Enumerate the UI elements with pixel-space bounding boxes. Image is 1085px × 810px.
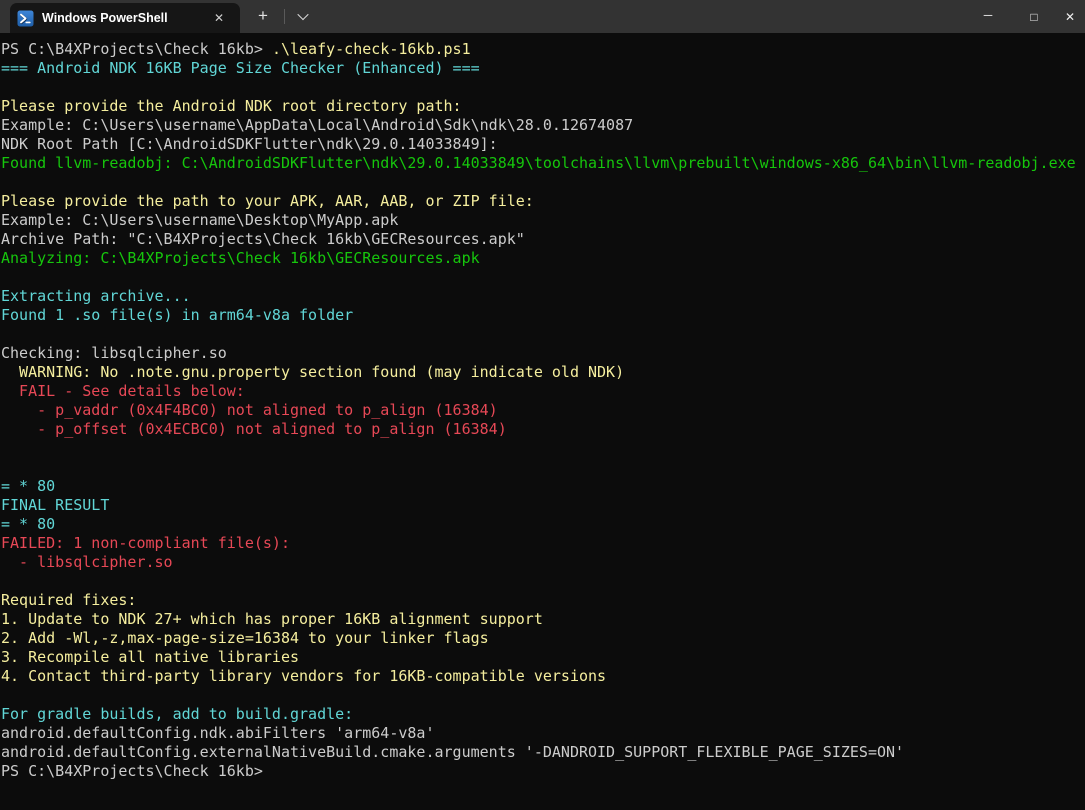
maximize-icon: □ (1030, 10, 1037, 24)
terminal-line: WARNING: No .note.gnu.property section f… (1, 363, 1085, 382)
terminal-window: Windows PowerShell ✕ + ─ □ ✕ PS C:\B4XPr… (0, 0, 1085, 810)
terminal-line: Example: C:\Users\username\AppData\Local… (1, 116, 1085, 135)
terminal-line: === Android NDK 16KB Page Size Checker (… (1, 59, 1085, 78)
terminal-line (1, 439, 1085, 458)
tab-bar-divider (284, 9, 285, 24)
terminal-line: 2. Add -Wl,-z,max-page-size=16384 to you… (1, 629, 1085, 648)
terminal-line: - libsqlcipher.so (1, 553, 1085, 572)
terminal-line: - p_offset (0x4ECBC0) not aligned to p_a… (1, 420, 1085, 439)
title-bar: Windows PowerShell ✕ + ─ □ ✕ (0, 0, 1085, 33)
terminal-output[interactable]: PS C:\B4XProjects\Check 16kb> .\leafy-ch… (0, 33, 1085, 810)
terminal-line: Extracting archive... (1, 287, 1085, 306)
terminal-line: - p_vaddr (0x4F4BC0) not aligned to p_al… (1, 401, 1085, 420)
tab-title: Windows PowerShell (42, 11, 208, 25)
terminal-line: Example: C:\Users\username\Desktop\MyApp… (1, 211, 1085, 230)
terminal-line: 1. Update to NDK 27+ which has proper 16… (1, 610, 1085, 629)
new-tab-button[interactable]: + (248, 3, 278, 29)
terminal-line: = * 80 (1, 515, 1085, 534)
chevron-down-icon (297, 9, 308, 20)
terminal-line: FAIL - See details below: (1, 382, 1085, 401)
close-button[interactable]: ✕ (1057, 0, 1085, 33)
title-bar-drag-area (317, 0, 965, 33)
terminal-line: For gradle builds, add to build.gradle: (1, 705, 1085, 724)
terminal-line: Found llvm-readobj: C:\AndroidSDKFlutter… (1, 154, 1085, 173)
terminal-line: Found 1 .so file(s) in arm64-v8a folder (1, 306, 1085, 325)
tab-windows-powershell[interactable]: Windows PowerShell ✕ (10, 3, 240, 33)
terminal-line: Please provide the path to your APK, AAR… (1, 192, 1085, 211)
terminal-line: Required fixes: (1, 591, 1085, 610)
terminal-line (1, 173, 1085, 192)
maximize-button[interactable]: □ (1011, 0, 1057, 33)
powershell-icon (17, 10, 34, 27)
terminal-line (1, 78, 1085, 97)
terminal-line (1, 458, 1085, 477)
terminal-line: Checking: libsqlcipher.so (1, 344, 1085, 363)
terminal-line: 3. Recompile all native libraries (1, 648, 1085, 667)
terminal-line: Please provide the Android NDK root dire… (1, 97, 1085, 116)
tab-close-button[interactable]: ✕ (208, 7, 230, 29)
tab-dropdown-button[interactable] (289, 3, 317, 29)
terminal-line: FAILED: 1 non-compliant file(s): (1, 534, 1085, 553)
terminal-line (1, 686, 1085, 705)
terminal-line: 4. Contact third-party library vendors f… (1, 667, 1085, 686)
terminal-line: PS C:\B4XProjects\Check 16kb> (1, 762, 1085, 781)
terminal-line: FINAL RESULT (1, 496, 1085, 515)
terminal-line: android.defaultConfig.ndk.abiFilters 'ar… (1, 724, 1085, 743)
terminal-line (1, 325, 1085, 344)
terminal-line: PS C:\B4XProjects\Check 16kb> .\leafy-ch… (1, 40, 1085, 59)
terminal-line: Analyzing: C:\B4XProjects\Check 16kb\GEC… (1, 249, 1085, 268)
terminal-line: android.defaultConfig.externalNativeBuil… (1, 743, 1085, 762)
terminal-line: = * 80 (1, 477, 1085, 496)
terminal-line: Archive Path: "C:\B4XProjects\Check 16kb… (1, 230, 1085, 249)
close-icon: ✕ (1065, 10, 1075, 24)
terminal-line: NDK Root Path [C:\AndroidSDKFlutter\ndk\… (1, 135, 1085, 154)
minimize-button[interactable]: ─ (965, 0, 1011, 33)
minimize-icon: ─ (984, 8, 993, 22)
terminal-line (1, 572, 1085, 591)
terminal-line (1, 268, 1085, 287)
